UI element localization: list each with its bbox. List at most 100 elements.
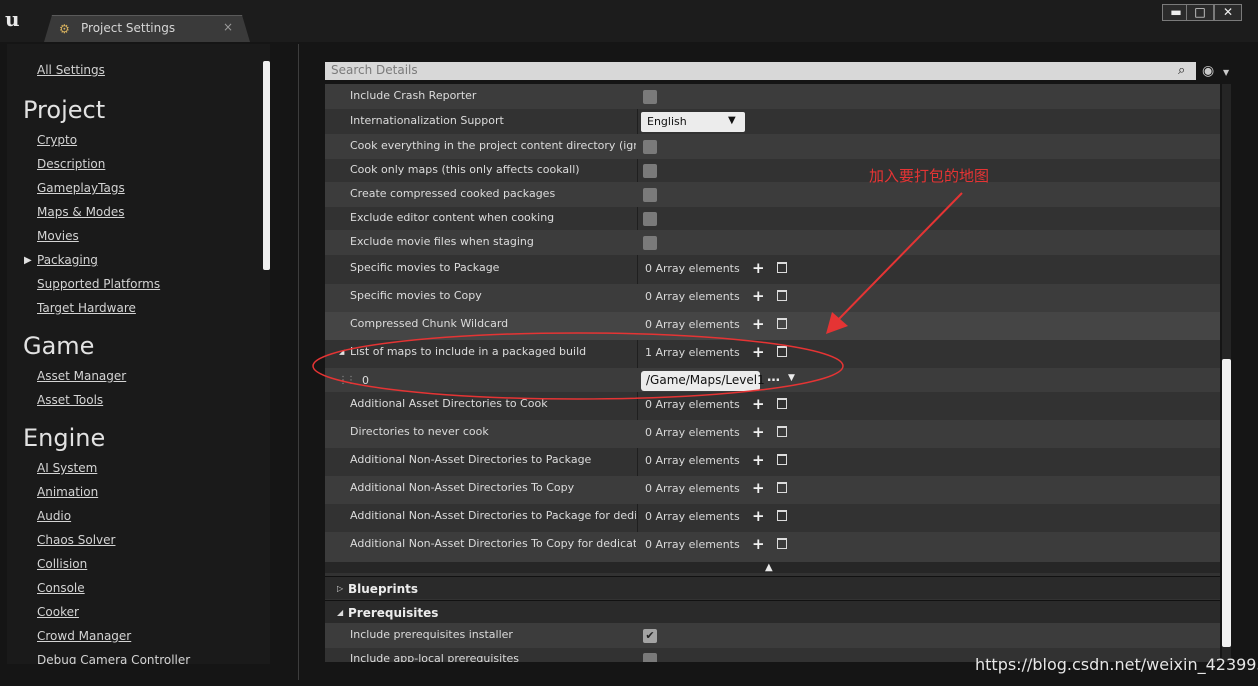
tab-close-icon[interactable]: × bbox=[223, 20, 233, 34]
sidebar-item-debug-camera-controller[interactable]: Debug Camera Controller bbox=[37, 653, 190, 664]
include-crash-reporter-checkbox[interactable] bbox=[643, 90, 657, 104]
trash-icon[interactable] bbox=[777, 454, 787, 465]
trash-icon[interactable] bbox=[777, 318, 787, 329]
sidebar-item-packaging[interactable]: Packaging bbox=[37, 253, 98, 267]
sidebar-item-animation[interactable]: Animation bbox=[37, 485, 98, 499]
search-placeholder: Search Details bbox=[331, 63, 418, 77]
compressed-packages-checkbox[interactable] bbox=[643, 188, 657, 202]
dropdown-value: English bbox=[647, 115, 687, 128]
include-prerequisites-installer-checkbox[interactable]: ✔ bbox=[643, 629, 657, 643]
details-scrollbar[interactable] bbox=[1222, 359, 1231, 647]
sidebar-item-description[interactable]: Description bbox=[37, 157, 105, 171]
property-row: Exclude movie files when staging bbox=[325, 230, 1220, 255]
settings-sidebar: All Settings Project Crypto Description … bbox=[7, 44, 270, 664]
property-label: Additional Non-Asset Directories to Pack… bbox=[350, 453, 592, 466]
category-prerequisites[interactable]: ◢ Prerequisites bbox=[325, 600, 1220, 623]
element-options-chevron-down-icon[interactable]: ▼ bbox=[788, 373, 795, 383]
search-details-input[interactable]: Search Details ⌕ bbox=[325, 62, 1196, 80]
array-count: 0 Array elements bbox=[645, 482, 740, 495]
sidebar-item-console[interactable]: Console bbox=[37, 581, 85, 595]
plus-icon[interactable]: + bbox=[752, 507, 765, 525]
property-label: Include prerequisites installer bbox=[350, 628, 513, 641]
array-count: 0 Array elements bbox=[645, 318, 740, 331]
property-label: Additional Non-Asset Directories To Copy… bbox=[350, 537, 636, 550]
property-row: Additional Non-Asset Directories To Copy… bbox=[325, 476, 1220, 504]
internationalization-dropdown[interactable]: English ▼ bbox=[641, 112, 745, 132]
property-label: Exclude editor content when cooking bbox=[350, 211, 555, 224]
property-row: Additional Non-Asset Directories to Pack… bbox=[325, 504, 1220, 532]
cook-everything-checkbox[interactable] bbox=[643, 140, 657, 154]
maximize-button[interactable]: □ bbox=[1186, 4, 1214, 21]
property-row: Cook everything in the project content d… bbox=[325, 134, 1220, 159]
selected-arrow-icon: ▶ bbox=[24, 255, 32, 266]
plus-icon[interactable]: + bbox=[752, 259, 765, 277]
trash-icon[interactable] bbox=[777, 398, 787, 409]
sidebar-item-gameplaytags[interactable]: GameplayTags bbox=[37, 181, 125, 195]
sidebar-item-crowd-manager[interactable]: Crowd Manager bbox=[37, 629, 131, 643]
view-options-chevron-down-icon[interactable]: ▼ bbox=[1223, 68, 1229, 77]
property-row: Additional Non-Asset Directories To Copy… bbox=[325, 532, 1220, 562]
property-label: List of maps to include in a packaged bu… bbox=[350, 345, 587, 358]
trash-icon[interactable] bbox=[777, 426, 787, 437]
include-app-local-prerequisites-checkbox[interactable] bbox=[643, 653, 657, 662]
sidebar-item-audio[interactable]: Audio bbox=[37, 509, 71, 523]
title-bar: u ⚙ Project Settings × ▬ □ ✕ bbox=[0, 0, 1258, 42]
plus-icon[interactable]: + bbox=[752, 395, 765, 413]
trash-icon[interactable] bbox=[777, 482, 787, 493]
array-element-row: ⋮⋮ 0 /Game/Maps/Level1 … ▼ bbox=[325, 368, 1220, 392]
exclude-editor-content-checkbox[interactable] bbox=[643, 212, 657, 226]
project-settings-window: u ⚙ Project Settings × ▬ □ ✕ All Setting… bbox=[0, 0, 1258, 686]
sidebar-item-supported-platforms[interactable]: Supported Platforms bbox=[37, 277, 160, 291]
plus-icon[interactable]: + bbox=[752, 423, 765, 441]
search-icon[interactable]: ⌕ bbox=[1178, 63, 1185, 78]
panel-divider bbox=[298, 44, 299, 680]
trash-icon[interactable] bbox=[777, 346, 787, 357]
browse-ellipsis-icon[interactable]: … bbox=[767, 370, 780, 385]
tab-project-settings[interactable]: ⚙ Project Settings × bbox=[44, 15, 250, 42]
collapse-bar[interactable]: ▲ bbox=[325, 562, 1220, 573]
sidebar-item-chaos-solver[interactable]: Chaos Solver bbox=[37, 533, 115, 547]
sidebar-scrollbar[interactable] bbox=[263, 61, 270, 270]
collapse-up-icon[interactable]: ▲ bbox=[765, 562, 773, 573]
plus-icon[interactable]: + bbox=[752, 315, 765, 333]
sidebar-item-target-hardware[interactable]: Target Hardware bbox=[37, 301, 136, 315]
property-label: Compressed Chunk Wildcard bbox=[350, 317, 509, 330]
drag-handle-icon[interactable]: ⋮⋮ bbox=[338, 375, 356, 386]
array-count: 0 Array elements bbox=[645, 290, 740, 303]
close-button[interactable]: ✕ bbox=[1214, 4, 1242, 21]
plus-icon[interactable]: + bbox=[752, 343, 765, 361]
array-index-label: 0 bbox=[362, 374, 369, 387]
watermark-text: https://blog.csdn.net/weixin_42399500 bbox=[975, 655, 1258, 674]
exclude-movie-files-checkbox[interactable] bbox=[643, 236, 657, 250]
property-row: Additional Non-Asset Directories to Pack… bbox=[325, 448, 1220, 476]
cook-only-maps-checkbox[interactable] bbox=[643, 164, 657, 178]
sidebar-item-collision[interactable]: Collision bbox=[37, 557, 87, 571]
sidebar-item-maps-modes[interactable]: Maps & Modes bbox=[37, 205, 125, 219]
plus-icon[interactable]: + bbox=[752, 535, 765, 553]
trash-icon[interactable] bbox=[777, 510, 787, 521]
eye-icon[interactable]: ◉ bbox=[1202, 63, 1214, 79]
sidebar-item-asset-tools[interactable]: Asset Tools bbox=[37, 393, 103, 407]
trash-icon[interactable] bbox=[777, 290, 787, 301]
trash-icon[interactable] bbox=[777, 262, 787, 273]
sidebar-item-cooker[interactable]: Cooker bbox=[37, 605, 79, 619]
property-label: Specific movies to Package bbox=[350, 261, 500, 274]
property-row: Internationalization Support English ▼ bbox=[325, 109, 1220, 134]
plus-icon[interactable]: + bbox=[752, 451, 765, 469]
sidebar-item-crypto[interactable]: Crypto bbox=[37, 133, 77, 147]
sidebar-item-asset-manager[interactable]: Asset Manager bbox=[37, 369, 126, 383]
trash-icon[interactable] bbox=[777, 538, 787, 549]
property-label: Exclude movie files when staging bbox=[350, 235, 534, 248]
annotation-text: 加入要打包的地图 bbox=[869, 167, 990, 185]
expand-triangle-icon[interactable]: ◢ bbox=[339, 348, 344, 356]
category-title: Prerequisites bbox=[348, 606, 439, 620]
map-asset-picker[interactable]: /Game/Maps/Level1 bbox=[641, 371, 765, 391]
all-settings-link[interactable]: All Settings bbox=[37, 63, 105, 77]
plus-icon[interactable]: + bbox=[752, 287, 765, 305]
sidebar-item-movies[interactable]: Movies bbox=[37, 229, 79, 243]
category-blueprints[interactable]: ▷ Blueprints bbox=[325, 576, 1220, 599]
property-row: Cook only maps (this only affects cookal… bbox=[325, 158, 1220, 183]
sidebar-item-ai-system[interactable]: AI System bbox=[37, 461, 97, 475]
plus-icon[interactable]: + bbox=[752, 479, 765, 497]
property-row: Compressed Chunk Wildcard 0 Array elemen… bbox=[325, 312, 1220, 340]
